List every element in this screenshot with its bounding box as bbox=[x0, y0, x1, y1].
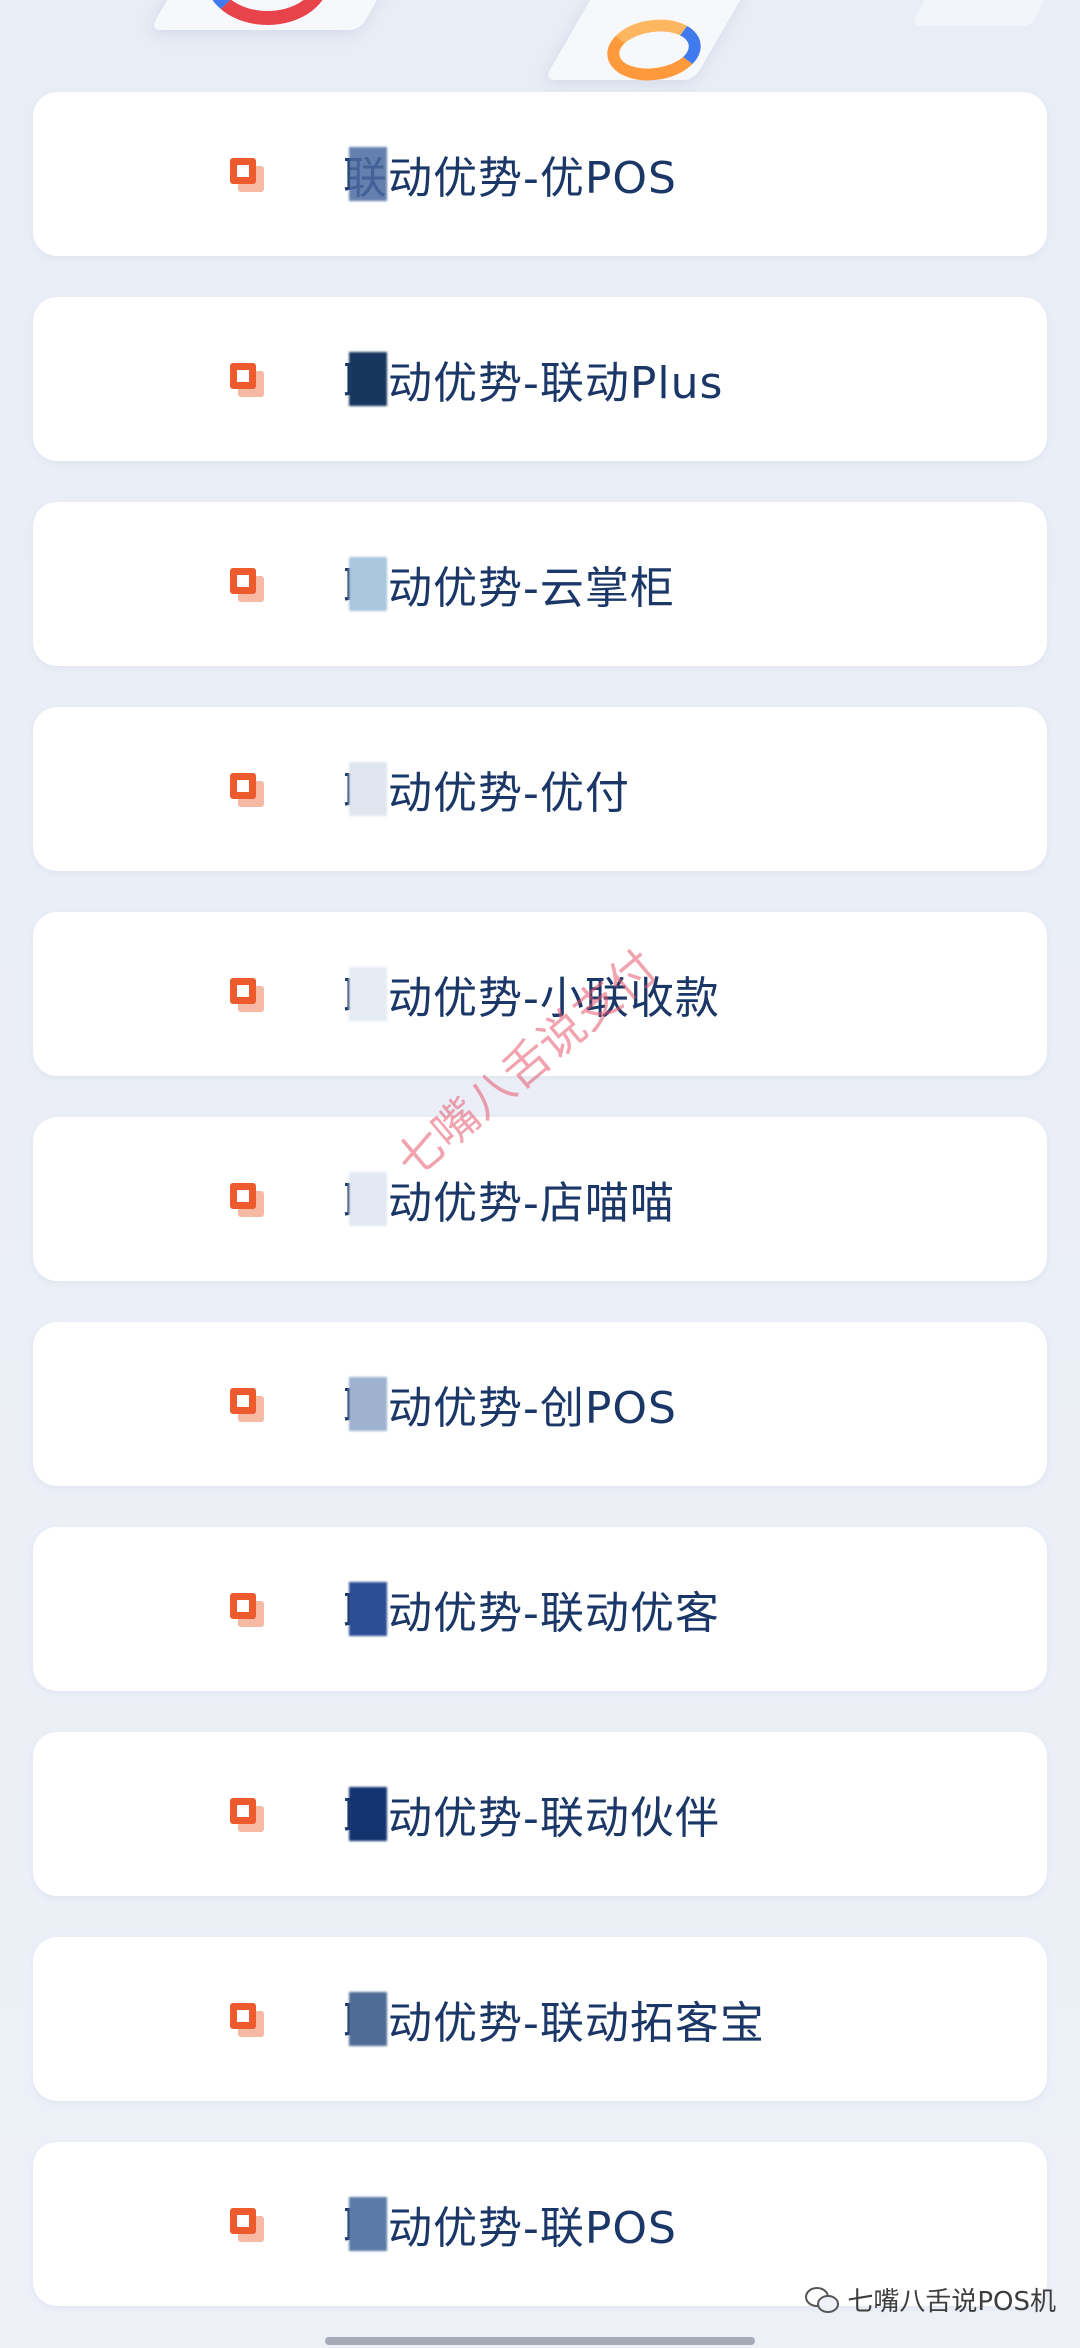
square-bullet-icon bbox=[230, 1388, 264, 1422]
mosaic-redaction bbox=[349, 967, 387, 1021]
product-card[interactable]: 联动优势-联动Plus bbox=[33, 297, 1047, 461]
product-card[interactable]: 联动优势-云掌柜 bbox=[33, 502, 1047, 666]
product-label: 联动优势-店喵喵 bbox=[343, 1178, 675, 1229]
header-illustration bbox=[0, 0, 1080, 92]
square-bullet-icon bbox=[230, 978, 264, 1012]
product-card[interactable]: 联动优势-联动拓客宝 bbox=[33, 1937, 1047, 2101]
product-card[interactable]: 联动优势-联动优客 bbox=[33, 1527, 1047, 1691]
mosaic-redaction bbox=[349, 762, 387, 816]
square-bullet-icon bbox=[230, 773, 264, 807]
product-label: 联动优势-联POS bbox=[343, 2203, 677, 2254]
square-bullet-icon bbox=[230, 363, 264, 397]
product-label: 联动优势-云掌柜 bbox=[343, 563, 675, 614]
product-label: 联动优势-创POS bbox=[343, 1383, 677, 1434]
page: 联动优势-优POS 联动优势-联动Plus 联动优势-云掌柜 联动优势-优付 联… bbox=[0, 0, 1080, 2348]
footer-credit-text: 七嘴八舌说POS机 bbox=[847, 2287, 1056, 2317]
mosaic-redaction bbox=[349, 352, 387, 406]
square-bullet-icon bbox=[230, 158, 264, 192]
product-list: 联动优势-优POS 联动优势-联动Plus 联动优势-云掌柜 联动优势-优付 联… bbox=[33, 92, 1047, 2347]
mosaic-redaction bbox=[349, 1377, 387, 1431]
square-bullet-icon bbox=[230, 2003, 264, 2037]
mosaic-redaction bbox=[349, 1582, 387, 1636]
product-card[interactable]: 联动优势-联动伙伴 bbox=[33, 1732, 1047, 1896]
product-label: 联动优势-优POS bbox=[343, 153, 677, 204]
mosaic-redaction bbox=[349, 2197, 387, 2251]
square-bullet-icon bbox=[230, 1183, 264, 1217]
product-label: 联动优势-联动拓客宝 bbox=[343, 1998, 765, 2049]
product-label: 联动优势-联动优客 bbox=[343, 1588, 720, 1639]
product-card[interactable]: 联动优势-创POS bbox=[33, 1322, 1047, 1486]
product-label: 联动优势-联动伙伴 bbox=[343, 1793, 720, 1844]
mosaic-redaction bbox=[349, 147, 387, 201]
mosaic-redaction bbox=[349, 1172, 387, 1226]
square-bullet-icon bbox=[230, 1593, 264, 1627]
mosaic-redaction bbox=[349, 557, 387, 611]
square-bullet-icon bbox=[230, 1798, 264, 1832]
product-label: 联动优势-联动Plus bbox=[343, 358, 724, 409]
mosaic-redaction bbox=[349, 1992, 387, 2046]
square-bullet-icon bbox=[230, 568, 264, 602]
product-card[interactable]: 联动优势-店喵喵 bbox=[33, 1117, 1047, 1281]
illustration-tile bbox=[911, 0, 1059, 26]
footer-credit: 七嘴八舌说POS机 bbox=[805, 2281, 1056, 2318]
product-card[interactable]: 联动优势-优付 bbox=[33, 707, 1047, 871]
wechat-icon bbox=[805, 2286, 840, 2313]
home-indicator[interactable] bbox=[325, 2337, 755, 2345]
mosaic-redaction bbox=[349, 1787, 387, 1841]
product-card[interactable]: 联动优势-优POS bbox=[33, 92, 1047, 256]
square-bullet-icon bbox=[230, 2208, 264, 2242]
